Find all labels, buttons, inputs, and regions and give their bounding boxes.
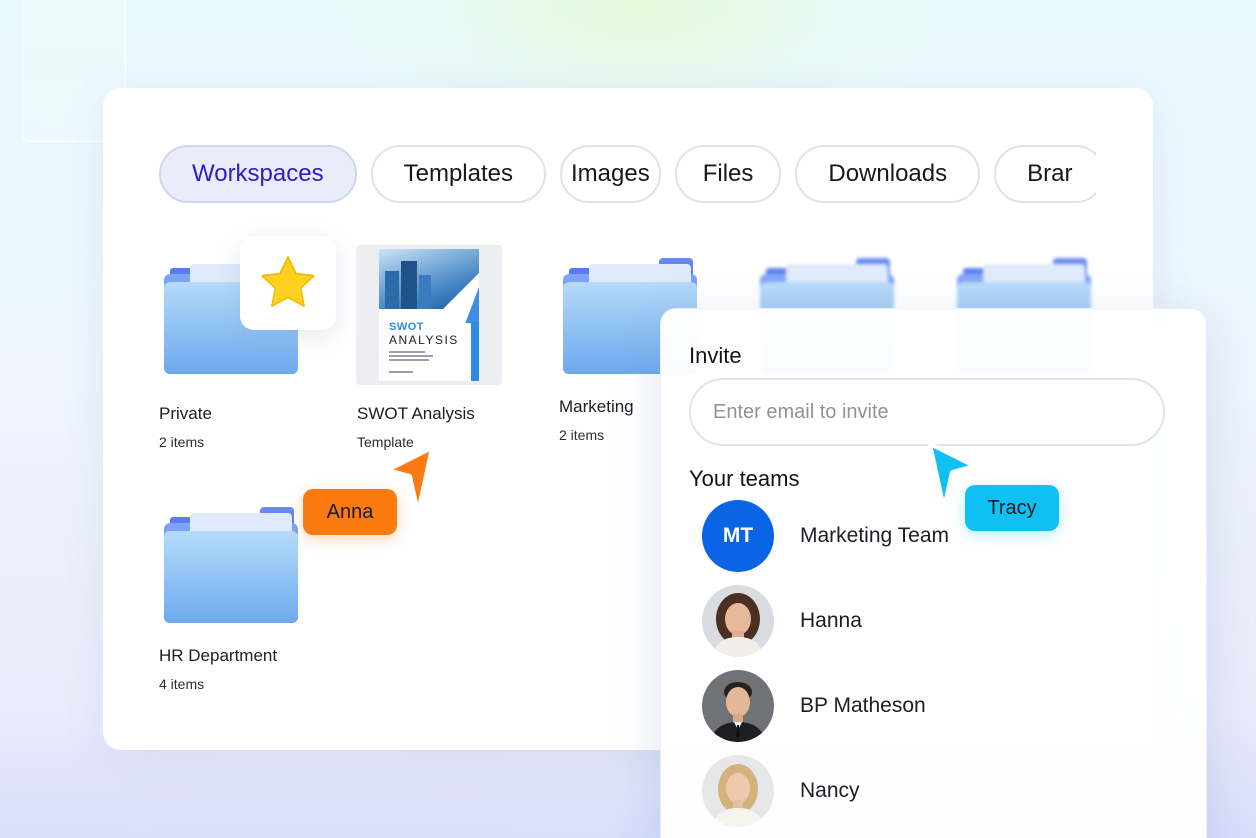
tab-workspaces[interactable]: Workspaces [159, 145, 357, 203]
folder-hr-label: HR Department 4 items [159, 646, 277, 692]
invite-title: Invite [689, 343, 742, 368]
tab-images[interactable]: Images [560, 145, 661, 203]
avatar [702, 585, 774, 657]
team-member-name: Nancy [800, 779, 860, 802]
template-thumbnail: SWOT ANALYSIS [356, 245, 502, 385]
folder-marketing-label: Marketing 2 items [559, 397, 634, 443]
folder-private[interactable] [164, 236, 336, 374]
tab-templates[interactable]: Templates [370, 145, 546, 203]
folder-icon [164, 236, 336, 374]
team-member-row[interactable]: Hanna [702, 585, 862, 657]
tab-downloads[interactable]: Downloads [795, 145, 981, 203]
avatar: MT [702, 500, 774, 572]
team-member-row[interactable]: MT Marketing Team [702, 500, 949, 572]
item-name: Private [159, 404, 212, 423]
folder-icon [164, 507, 298, 623]
avatar [702, 755, 774, 827]
folder-hr-department[interactable] [164, 507, 298, 623]
folder-private-label: Private 2 items [159, 404, 212, 450]
thumbnail-subtitle: ANALYSIS [389, 333, 459, 347]
team-member-name: BP Matheson [800, 694, 926, 717]
team-member-row[interactable]: Nancy [702, 755, 860, 827]
thumbnail-title: SWOT [389, 321, 424, 333]
team-member-row[interactable]: BP Matheson [702, 670, 926, 742]
item-count: 4 items [159, 676, 205, 692]
collaborator-cursor-anna: Anna [303, 489, 397, 535]
favorite-badge[interactable] [240, 236, 336, 330]
tab-files[interactable]: Files [674, 145, 782, 203]
team-member-name: Marketing Team [800, 524, 950, 547]
item-name: SWOT Analysis [357, 404, 475, 423]
collaborator-cursor-tracy: Tracy [965, 485, 1059, 531]
team-member-name: Hanna [800, 609, 862, 632]
teams-title: Your teams [689, 466, 800, 491]
item-name: HR Department [159, 646, 278, 665]
item-count: 2 items [159, 434, 205, 450]
item-name: Marketing [559, 397, 634, 416]
item-count: 2 items [559, 427, 605, 443]
star-icon [261, 256, 315, 307]
avatar [702, 670, 774, 742]
invite-panel: Invite Your teams MT Marketing Team Hann… [660, 308, 1207, 838]
category-tabs: Workspaces Templates Images Files Downlo… [159, 144, 1096, 204]
template-swot-analysis[interactable]: SWOT ANALYSIS [356, 245, 502, 385]
tab-brand[interactable]: Brar [994, 145, 1096, 203]
